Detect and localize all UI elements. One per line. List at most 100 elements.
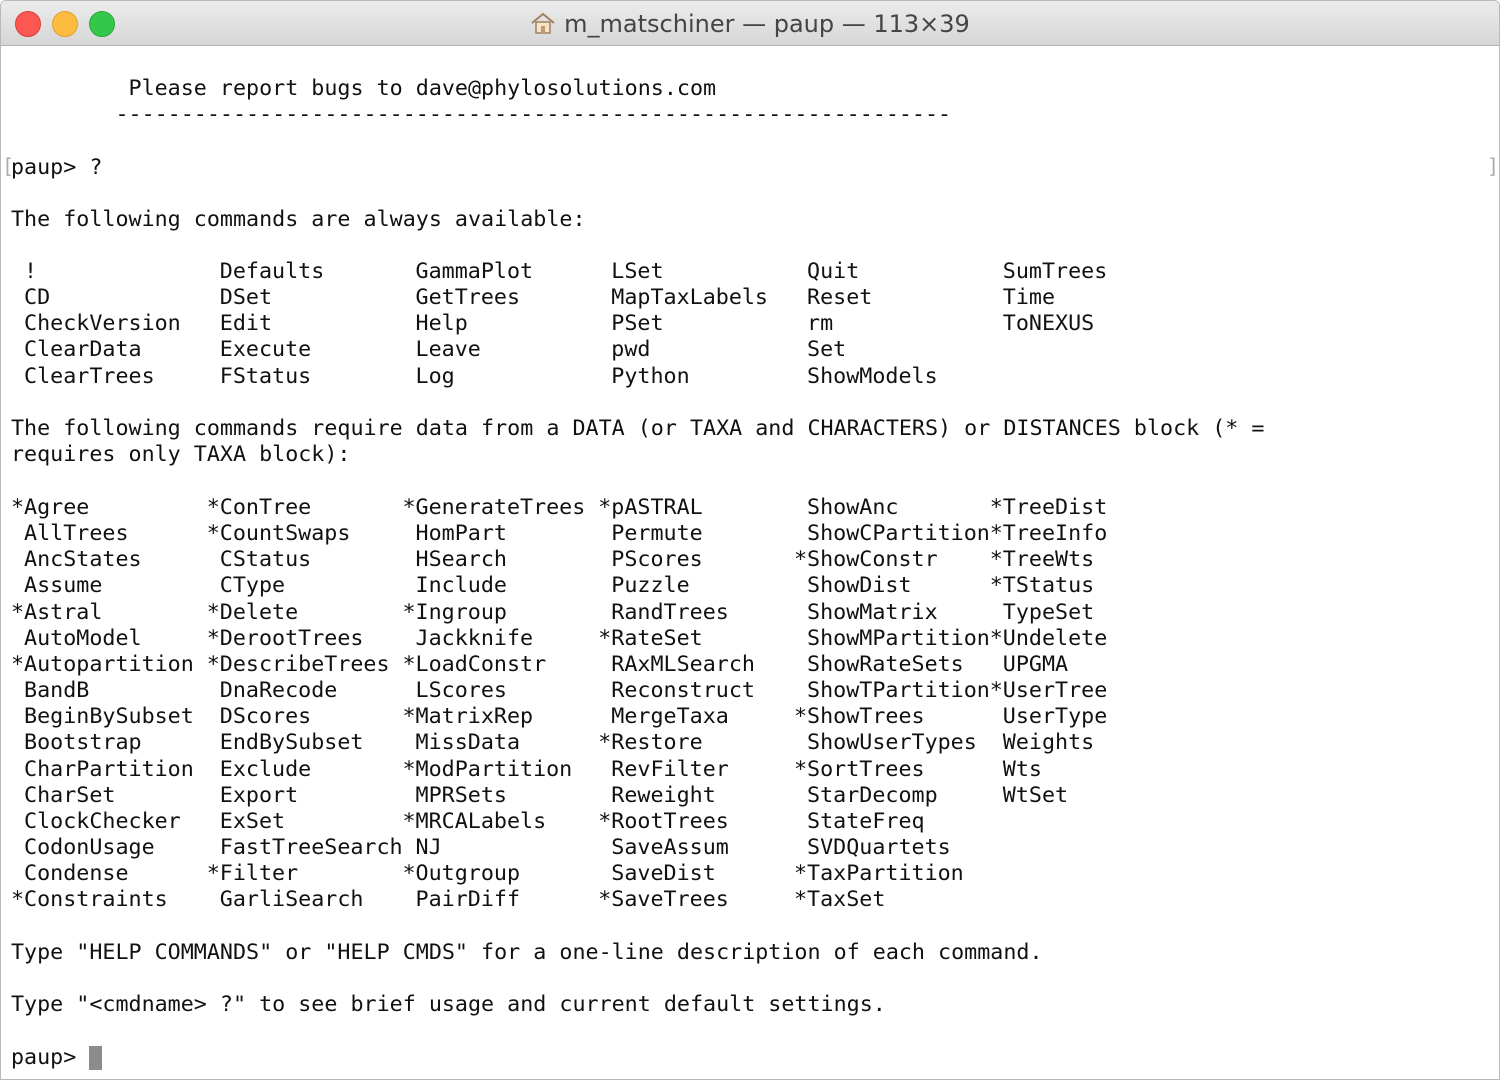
command-permute: Permute bbox=[598, 521, 703, 547]
command-dset: DSet bbox=[206, 285, 273, 311]
command-leave: Leave bbox=[402, 337, 481, 363]
command-generatetrees: *GenerateTrees bbox=[402, 495, 586, 520]
command-roottrees: *RootTrees bbox=[598, 808, 729, 834]
command-nj: NJ bbox=[402, 834, 442, 860]
data-required-header-1: The following commands require data from… bbox=[11, 416, 1265, 441]
command-showmpartition: ShowMPartition bbox=[794, 625, 990, 651]
command-lscores: LScores bbox=[402, 678, 507, 704]
command-reweight: Reweight bbox=[598, 782, 716, 808]
command-mergetaxa: MergeTaxa bbox=[598, 704, 729, 730]
text-cursor bbox=[89, 1046, 102, 1070]
command-showmodels: ShowModels bbox=[794, 363, 938, 389]
command-alltrees: AllTrees bbox=[11, 521, 129, 547]
command-codonusage: CodonUsage bbox=[11, 834, 155, 860]
data-required-header-2: requires only TAXA block): bbox=[11, 442, 351, 467]
command-typeset: TypeSet bbox=[989, 599, 1095, 625]
command-sumtrees: SumTrees bbox=[989, 259, 1108, 284]
mark-bracket-right: ] bbox=[1487, 154, 1500, 178]
prompt-help: paup> ? bbox=[11, 155, 103, 180]
command-clockchecker: ClockChecker bbox=[11, 808, 181, 834]
command-ingroup: *Ingroup bbox=[402, 599, 507, 625]
command-endbysubset: EndBySubset bbox=[206, 730, 364, 756]
command-showconstr: *ShowConstr bbox=[794, 547, 938, 573]
command-autopartition: *Autopartition bbox=[11, 651, 194, 677]
command-outgroup: *Outgroup bbox=[402, 861, 521, 887]
command-defaults: Defaults bbox=[206, 259, 325, 284]
command-pairdiff: PairDiff bbox=[402, 887, 521, 913]
command-assume: Assume bbox=[11, 573, 103, 599]
command-stardecomp: StarDecomp bbox=[794, 782, 938, 808]
command-pscores: PScores bbox=[598, 547, 703, 573]
command-wtset: WtSet bbox=[989, 782, 1069, 808]
command-upgma: UPGMA bbox=[989, 651, 1069, 677]
command-savetrees: *SaveTrees bbox=[598, 887, 729, 913]
command-rateset: *RateSet bbox=[598, 625, 703, 651]
command-contree: *ConTree bbox=[206, 495, 312, 520]
window-title: m_matschiner — paup — 113×39 bbox=[1, 1, 1499, 45]
window-title-text: m_matschiner — paup — 113×39 bbox=[564, 10, 970, 38]
command-usertype: UserType bbox=[989, 704, 1108, 730]
command-automodel: AutoModel bbox=[11, 625, 142, 651]
command-taxpartition: *TaxPartition bbox=[794, 861, 964, 887]
command-checkversion: CheckVersion bbox=[11, 311, 181, 337]
command-set: Set bbox=[794, 337, 847, 363]
command-undelete: *Undelete bbox=[989, 625, 1108, 651]
command-lset: LSet bbox=[598, 259, 664, 284]
command-showratesets: ShowRateSets bbox=[794, 651, 964, 677]
terminal-window: m_matschiner — paup — 113×39 Please repo… bbox=[0, 0, 1500, 1080]
command-python: Python bbox=[598, 363, 690, 389]
command-describetrees: *DescribeTrees bbox=[206, 651, 390, 677]
separator-line: ----------------------------------------… bbox=[11, 102, 952, 127]
help-commands-line: Type "HELP COMMANDS" or "HELP CMDS" for … bbox=[11, 940, 1043, 965]
command-fstatus: FStatus bbox=[206, 363, 312, 389]
command-help: Help bbox=[402, 311, 468, 337]
title-bar[interactable]: m_matschiner — paup — 113×39 bbox=[1, 1, 1499, 46]
command-randtrees: RandTrees bbox=[598, 599, 729, 625]
command-showtrees: *ShowTrees bbox=[794, 704, 925, 730]
command-statefreq: StateFreq bbox=[794, 808, 925, 834]
command-filter: *Filter bbox=[206, 861, 299, 887]
command-tstatus: *TStatus bbox=[989, 573, 1095, 599]
command-delete: *Delete bbox=[206, 599, 299, 625]
command-ctype: CType bbox=[206, 573, 286, 599]
command-maptaxlabels: MapTaxLabels bbox=[598, 285, 768, 311]
command-bootstrap: Bootstrap bbox=[11, 730, 142, 756]
command-showdist: ShowDist bbox=[794, 573, 912, 599]
command-bandb: BandB bbox=[11, 678, 90, 704]
command-svdquartets: SVDQuartets bbox=[794, 834, 951, 860]
command-treewts: *TreeWts bbox=[989, 547, 1095, 573]
final-prompt: paup> bbox=[11, 1045, 90, 1070]
command-cleardata: ClearData bbox=[11, 337, 142, 363]
command-exset: ExSet bbox=[206, 808, 286, 834]
command-charset: CharSet bbox=[11, 782, 116, 808]
command-execute: Execute bbox=[206, 337, 312, 363]
command-: ! bbox=[11, 259, 38, 284]
command-gammaplot: GammaPlot bbox=[402, 259, 534, 284]
command-mprsets: MPRSets bbox=[402, 782, 507, 808]
command-showtpartition: ShowTPartition bbox=[794, 678, 990, 704]
command-cd: CD bbox=[11, 285, 51, 311]
command-showanc: ShowAnc bbox=[794, 495, 899, 520]
command-reset: Reset bbox=[794, 285, 873, 311]
command-export: Export bbox=[206, 782, 299, 808]
command-deroottrees: *DerootTrees bbox=[206, 625, 364, 651]
command-log: Log bbox=[402, 363, 455, 389]
command-pwd: pwd bbox=[598, 337, 651, 363]
command-jackknife: Jackknife bbox=[402, 625, 534, 651]
command-include: Include bbox=[402, 573, 507, 599]
command-treeinfo: *TreeInfo bbox=[989, 521, 1108, 547]
command-revfilter: RevFilter bbox=[598, 756, 729, 782]
command-weights: Weights bbox=[989, 730, 1095, 756]
terminal-content[interactable]: Please report bugs to dave@phylosolution… bbox=[1, 46, 1499, 1079]
command-fasttreesearch: FastTreeSearch bbox=[206, 834, 403, 860]
command-beginbysubset: BeginBySubset bbox=[11, 704, 194, 730]
command-charpartition: CharPartition bbox=[11, 756, 194, 782]
command-hsearch: HSearch bbox=[402, 547, 507, 573]
command-reconstruct: Reconstruct bbox=[598, 678, 755, 704]
command-wts: Wts bbox=[989, 756, 1042, 782]
command-saveassum: SaveAssum bbox=[598, 834, 729, 860]
command-edit: Edit bbox=[206, 311, 273, 337]
bug-report-line: Please report bugs to dave@phylosolution… bbox=[11, 76, 717, 101]
command-modpartition: *ModPartition bbox=[402, 756, 573, 782]
command-gettrees: GetTrees bbox=[402, 285, 521, 311]
